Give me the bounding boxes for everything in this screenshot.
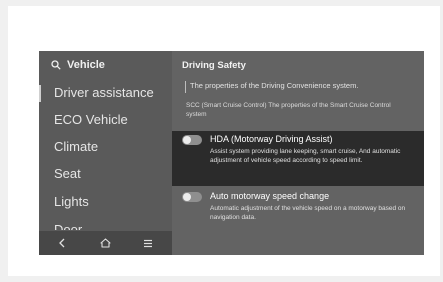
option-title: Auto motorway speed change xyxy=(210,191,330,201)
menu-icon[interactable] xyxy=(139,235,157,251)
sidebar-header[interactable]: Vehicle xyxy=(51,57,105,73)
auto-speed-change-toggle[interactable] xyxy=(182,192,202,202)
sidebar-item-seat[interactable]: Seat xyxy=(54,166,81,181)
bottom-nav-bar xyxy=(39,231,172,255)
description-divider xyxy=(185,81,186,93)
toggle-knob xyxy=(183,193,191,201)
description-main: The properties of the Driving Convenienc… xyxy=(190,81,359,90)
description-secondary: SCC (Smart Cruise Control) The propertie… xyxy=(186,102,391,118)
option-description: Assist system providing lane keeping, sm… xyxy=(210,148,401,164)
infotainment-screen: Vehicle Driver assistance ECO Vehicle Cl… xyxy=(39,51,424,255)
sidebar-item-lights[interactable]: Lights xyxy=(54,194,89,209)
sidebar: Vehicle Driver assistance ECO Vehicle Cl… xyxy=(39,51,172,255)
page-title: Driving Safety xyxy=(182,60,246,71)
option-hda[interactable]: HDA (Motorway Driving Assist) Assist sys… xyxy=(172,131,424,186)
sidebar-item-eco-vehicle[interactable]: ECO Vehicle xyxy=(54,112,128,127)
frame: Vehicle Driver assistance ECO Vehicle Cl… xyxy=(8,6,440,276)
sidebar-item-door[interactable]: Door xyxy=(54,223,82,230)
toggle-knob xyxy=(183,136,191,144)
search-icon[interactable] xyxy=(51,60,61,70)
sidebar-header-label: Vehicle xyxy=(67,59,105,71)
back-icon[interactable] xyxy=(53,235,71,251)
option-description: Automatic adjustment of the vehicle spee… xyxy=(210,205,406,221)
sidebar-item-driver-assistance[interactable]: Driver assistance xyxy=(39,85,154,102)
sidebar-item-climate[interactable]: Climate xyxy=(54,139,98,154)
hda-toggle[interactable] xyxy=(182,135,202,145)
content-panel: Driving Safety The properties of the Dri… xyxy=(172,51,424,255)
option-auto-speed-change[interactable]: Auto motorway speed change Automatic adj… xyxy=(172,188,424,228)
home-icon[interactable] xyxy=(96,235,114,251)
option-title: HDA (Motorway Driving Assist) xyxy=(210,134,333,144)
